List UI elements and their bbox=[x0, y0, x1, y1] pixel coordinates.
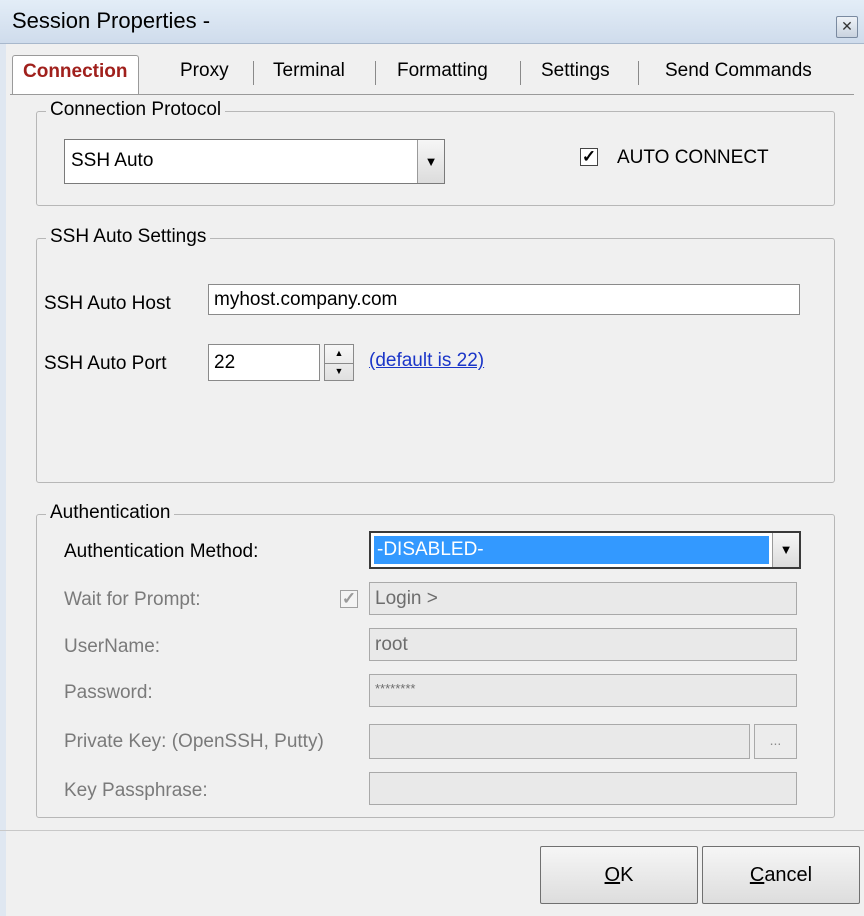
passphrase-input[interactable] bbox=[369, 772, 797, 805]
wait-prompt-checkbox[interactable]: ✓ bbox=[340, 590, 358, 608]
tab-proxy[interactable]: Proxy bbox=[170, 55, 239, 91]
tab-strip-border bbox=[10, 94, 854, 95]
username-input[interactable]: root bbox=[369, 628, 797, 661]
browse-button[interactable]: ... bbox=[754, 724, 797, 759]
ssh-port-label: SSH Auto Port bbox=[44, 353, 167, 374]
private-key-label: Private Key: (OpenSSH, Putty) bbox=[64, 731, 324, 752]
close-icon[interactable]: ✕ bbox=[836, 16, 858, 38]
tab-settings[interactable]: Settings bbox=[531, 55, 620, 91]
ok-label: K bbox=[620, 864, 634, 886]
tab-separator bbox=[375, 61, 376, 85]
auth-method-label: Authentication Method: bbox=[64, 541, 259, 562]
port-stepper[interactable]: ▲ ▼ bbox=[324, 344, 354, 381]
tab-connection[interactable]: Connection bbox=[12, 55, 139, 95]
protocol-value: SSH Auto bbox=[71, 150, 154, 171]
auth-method-select[interactable]: -DISABLED- ▼ bbox=[369, 531, 801, 569]
tab-separator bbox=[520, 61, 521, 85]
ssh-host-label: SSH Auto Host bbox=[44, 293, 171, 314]
tab-terminal[interactable]: Terminal bbox=[263, 55, 355, 91]
ssh-port-input[interactable]: 22 bbox=[208, 344, 320, 381]
protocol-select[interactable]: SSH Auto ▼ bbox=[64, 139, 445, 184]
auth-method-value: -DISABLED- bbox=[374, 536, 769, 564]
footer-divider bbox=[0, 830, 864, 831]
connection-protocol-legend: Connection Protocol bbox=[46, 99, 226, 121]
tab-separator bbox=[253, 61, 254, 85]
cancel-mnemonic: C bbox=[749, 864, 765, 886]
tab-formatting[interactable]: Formatting bbox=[387, 55, 498, 91]
stepper-down-icon[interactable]: ▼ bbox=[325, 363, 353, 381]
username-label: UserName: bbox=[64, 636, 161, 657]
wait-prompt-input[interactable]: Login > bbox=[369, 582, 797, 615]
ok-button[interactable]: OK bbox=[540, 846, 698, 904]
ssh-settings-legend: SSH Auto Settings bbox=[46, 226, 211, 248]
passphrase-label: Key Passphrase: bbox=[64, 780, 208, 801]
tab-separator bbox=[638, 61, 639, 85]
chevron-down-icon[interactable]: ▼ bbox=[417, 140, 444, 183]
private-key-input[interactable] bbox=[369, 724, 750, 759]
auto-connect-checkbox[interactable]: ✓ bbox=[580, 148, 598, 166]
cancel-label: ancel bbox=[764, 864, 813, 886]
auto-connect-label: AUTO CONNECT bbox=[617, 147, 769, 168]
default-port-link[interactable]: (default is 22) bbox=[369, 350, 484, 372]
ssh-host-input[interactable]: myhost.company.com bbox=[208, 284, 800, 315]
stepper-up-icon[interactable]: ▲ bbox=[325, 345, 353, 364]
ok-mnemonic: O bbox=[604, 864, 621, 886]
wait-prompt-label: Wait for Prompt: bbox=[64, 589, 201, 610]
password-label: Password: bbox=[64, 682, 153, 703]
password-input[interactable]: ******** bbox=[369, 674, 797, 707]
tab-send-commands[interactable]: Send Commands bbox=[655, 55, 822, 91]
title-bar: Session Properties - ✕ bbox=[0, 0, 864, 44]
chevron-down-icon[interactable]: ▼ bbox=[772, 533, 799, 567]
window-frame bbox=[0, 44, 6, 916]
cancel-button[interactable]: Cancel bbox=[702, 846, 860, 904]
window-title: Session Properties - bbox=[12, 8, 211, 33]
authentication-legend: Authentication bbox=[46, 502, 175, 524]
